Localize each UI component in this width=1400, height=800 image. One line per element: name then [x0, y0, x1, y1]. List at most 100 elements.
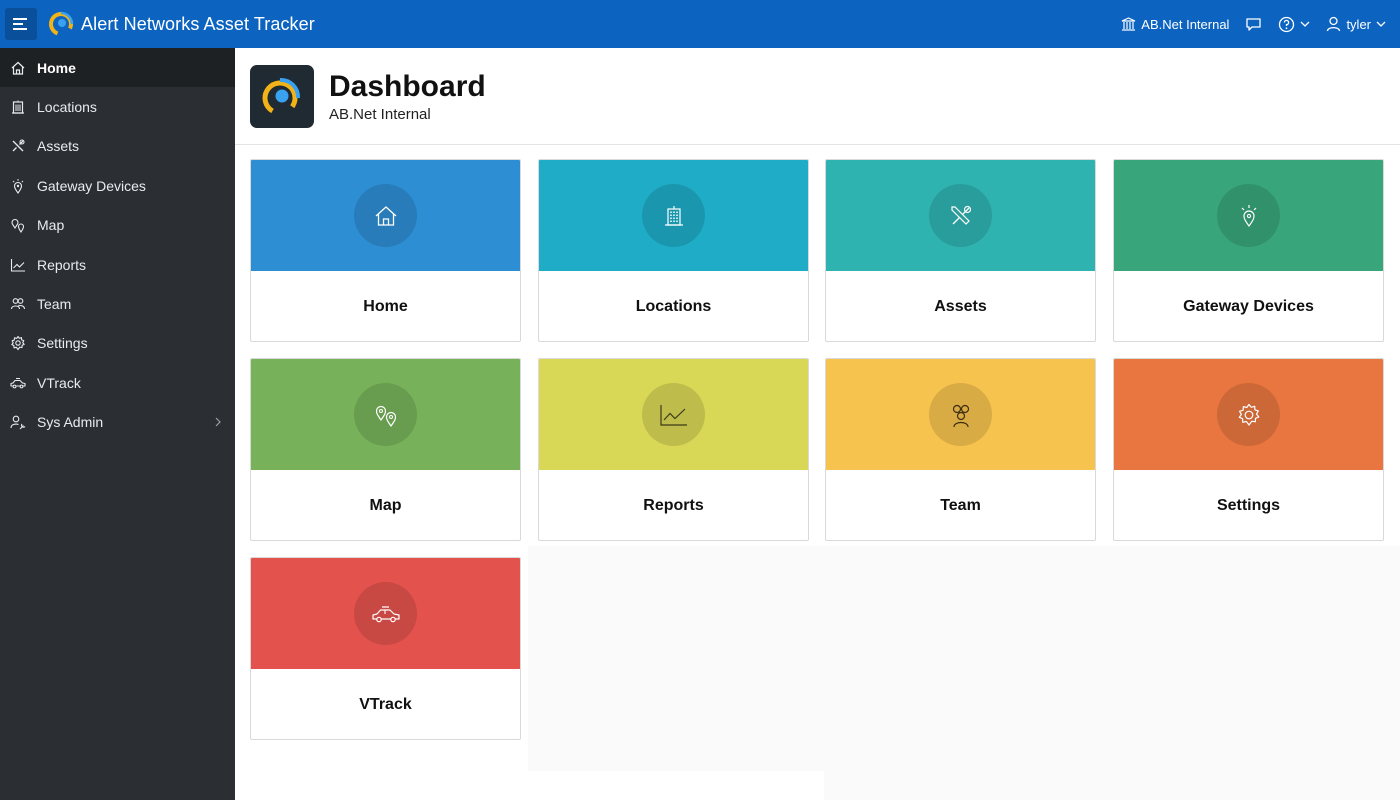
vehicle-icon	[371, 605, 400, 622]
user-menu[interactable]: tyler	[1326, 16, 1386, 32]
sidebar-item-team[interactable]: Team	[0, 284, 235, 323]
sidebar-item-map[interactable]: Map	[0, 206, 235, 245]
card-label: Reports	[643, 497, 704, 514]
card-label: Gateway Devices	[1183, 298, 1314, 315]
sidebar-item-vtrack[interactable]: VTrack	[0, 363, 235, 402]
card-banner	[826, 160, 1095, 271]
sidebar-item-settings[interactable]: Settings	[0, 324, 235, 363]
chevron-down-icon	[1376, 21, 1386, 27]
main-content: Dashboard AB.Net Internal Home Locations	[235, 48, 1400, 800]
card-settings[interactable]: Settings	[1113, 358, 1384, 541]
card-label: Home	[363, 298, 408, 315]
sidebar-item-label: Team	[37, 296, 72, 313]
user-wrench-icon	[9, 413, 27, 431]
card-assets[interactable]: Assets	[825, 159, 1096, 342]
org-name: AB.Net Internal	[1141, 16, 1230, 32]
sidebar-nav: Home Locations Assets Gateway Devices Ma…	[0, 48, 235, 800]
gear-icon	[9, 334, 27, 352]
card-banner	[539, 160, 808, 271]
app-logo-icon	[262, 77, 301, 116]
sidebar-item-locations[interactable]: Locations	[0, 87, 235, 126]
users-icon	[952, 404, 969, 427]
app-title: Alert Networks Asset Tracker	[81, 13, 315, 34]
user-name: tyler	[1346, 16, 1371, 32]
hamburger-icon	[13, 18, 27, 30]
empty-panel	[528, 546, 824, 771]
home-icon	[9, 59, 27, 77]
menu-toggle-button[interactable]	[5, 8, 37, 40]
sidebar-item-label: Sys Admin	[37, 414, 104, 431]
user-icon	[1327, 16, 1341, 32]
card-label: Assets	[934, 298, 987, 315]
feedback-button[interactable]	[1245, 17, 1262, 32]
card-banner	[539, 359, 808, 470]
sidebar-item-label: Map	[37, 217, 65, 234]
map-pins-icon	[9, 216, 27, 234]
chat-bubble-icon	[1246, 17, 1262, 31]
card-label: Locations	[635, 298, 712, 315]
icon-badge	[354, 184, 417, 247]
card-label: Settings	[1216, 497, 1281, 514]
card-reports[interactable]: Reports	[538, 358, 809, 541]
tools-icon	[9, 137, 27, 155]
sidebar-item-label: Gateway Devices	[37, 177, 146, 194]
page-subtitle: AB.Net Internal	[329, 105, 431, 123]
card-banner	[1114, 160, 1383, 271]
sidebar-item-label: Assets	[37, 138, 80, 155]
tools-icon	[950, 205, 971, 225]
brand[interactable]: Alert Networks Asset Tracker	[47, 10, 315, 38]
card-banner	[251, 359, 520, 470]
building-icon	[664, 205, 683, 226]
card-grid: Home Locations Assets Gateway Devices Ma…	[235, 146, 1400, 800]
sidebar-item-label: Settings	[37, 335, 88, 352]
icon-badge	[929, 383, 992, 446]
top-header: Alert Networks Asset Tracker AB.Net Inte…	[0, 0, 1400, 48]
card-home[interactable]: Home	[250, 159, 521, 342]
page-title: Dashboard	[329, 69, 486, 103]
card-label: Team	[940, 497, 981, 514]
home-icon	[375, 205, 396, 226]
map-pins-icon	[375, 405, 396, 427]
app-logo	[250, 64, 314, 128]
card-banner	[1114, 359, 1383, 470]
bank-icon	[1122, 17, 1136, 31]
org-switcher[interactable]: AB.Net Internal	[1121, 17, 1229, 32]
sidebar-item-sys-admin[interactable]: Sys Admin	[0, 403, 235, 442]
sidebar-item-assets[interactable]: Assets	[0, 127, 235, 166]
icon-badge	[642, 184, 705, 247]
sidebar-item-gateway-devices[interactable]: Gateway Devices	[0, 166, 235, 205]
building-icon	[9, 98, 27, 116]
sidebar-item-label: VTrack	[37, 374, 81, 391]
sidebar-item-home[interactable]: Home	[0, 48, 235, 88]
users-icon	[9, 295, 27, 313]
chevron-down-icon	[1300, 21, 1310, 27]
icon-badge	[1217, 383, 1280, 446]
card-label: VTrack	[359, 696, 412, 713]
gateway-icon	[9, 177, 27, 195]
icon-badge	[1217, 184, 1280, 247]
icon-badge	[354, 582, 417, 645]
card-banner	[251, 160, 520, 271]
card-gateway-devices[interactable]: Gateway Devices	[1113, 159, 1384, 342]
help-menu[interactable]	[1278, 16, 1310, 33]
card-banner	[826, 359, 1095, 470]
line-chart-icon	[9, 256, 27, 274]
line-chart-icon	[659, 404, 687, 426]
sidebar-item-reports[interactable]: Reports	[0, 245, 235, 284]
card-team[interactable]: Team	[825, 358, 1096, 541]
icon-badge	[929, 184, 992, 247]
app-logo-icon	[48, 11, 74, 36]
gateway-icon	[1241, 204, 1256, 227]
card-vtrack[interactable]: VTrack	[250, 557, 521, 740]
help-icon	[1279, 16, 1295, 32]
card-map[interactable]: Map	[250, 358, 521, 541]
sidebar-item-label: Locations	[37, 99, 97, 116]
sidebar-item-label: Home	[37, 59, 76, 76]
gear-icon	[1238, 403, 1259, 426]
vehicle-icon	[9, 374, 27, 392]
empty-panel	[824, 546, 1400, 800]
card-locations[interactable]: Locations	[538, 159, 809, 342]
card-label: Map	[369, 497, 402, 514]
page-header: Dashboard AB.Net Internal	[235, 48, 1400, 145]
sidebar-item-label: Reports	[37, 256, 87, 273]
